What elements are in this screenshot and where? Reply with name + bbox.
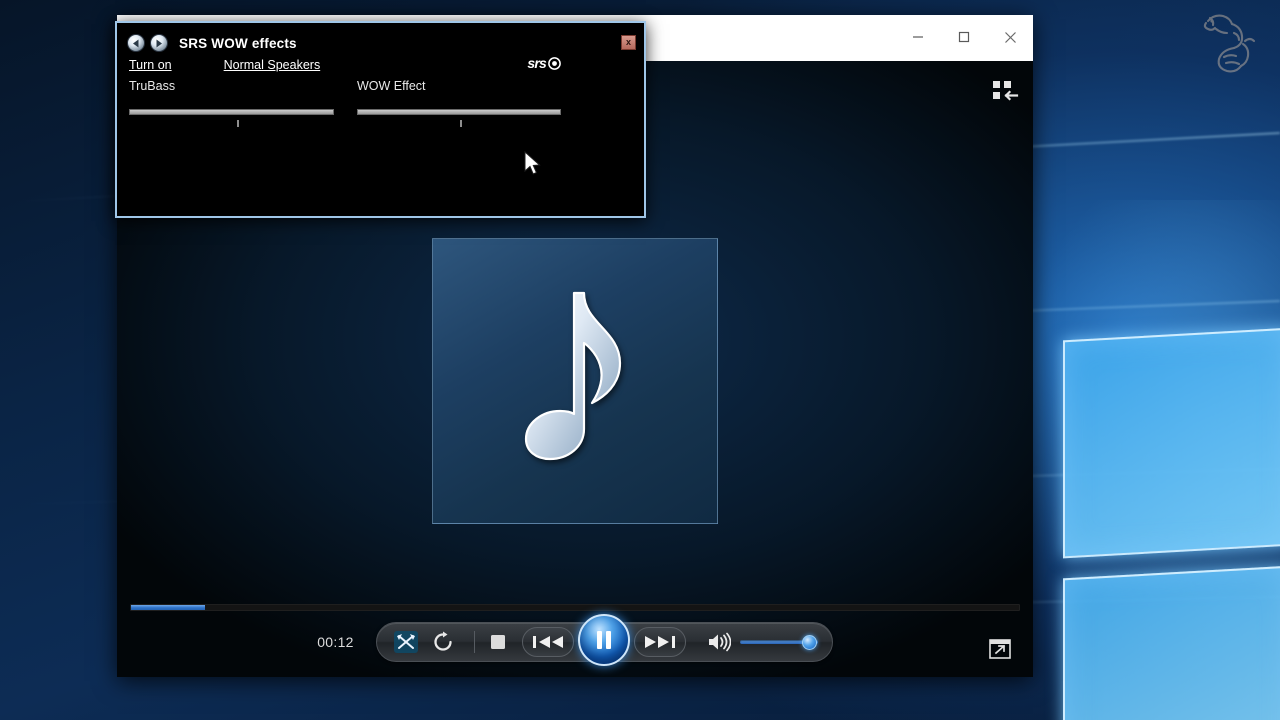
full-screen-icon — [989, 639, 1011, 659]
stop-button[interactable] — [484, 628, 512, 656]
dragon-watermark — [1203, 14, 1256, 73]
volume-high-icon — [708, 632, 731, 652]
switch-to-library-icon — [993, 81, 1019, 101]
wow-effect-label: WOW Effect — [357, 79, 426, 93]
wow-effect-slider-tick — [460, 120, 462, 127]
maximize-icon — [958, 31, 970, 43]
srs-panel-title: SRS WOW effects — [179, 35, 297, 51]
wow-effect-slider[interactable] — [357, 109, 561, 115]
next-track-icon — [644, 636, 675, 648]
previous-track-icon — [532, 636, 563, 648]
music-note-icon — [524, 291, 622, 461]
minimize-button[interactable] — [895, 15, 941, 59]
volume-button[interactable] — [704, 628, 734, 656]
windows-logo-pane — [1063, 327, 1280, 559]
time-elapsed-label: 00:12 — [317, 634, 354, 650]
volume-slider-thumb[interactable] — [801, 635, 817, 650]
srs-brand-text: srs — [527, 55, 546, 71]
next-arrow-icon — [156, 39, 162, 47]
srs-panel-header: SRS WOW effects — [127, 32, 634, 54]
shuffle-button[interactable] — [391, 628, 421, 656]
view-full-screen-button[interactable] — [989, 639, 1011, 659]
srs-close-button[interactable]: x — [621, 35, 636, 50]
srs-forward-button[interactable] — [150, 34, 168, 52]
stop-icon — [490, 635, 505, 649]
playback-progress-bar[interactable] — [130, 604, 1020, 611]
play-pause-button[interactable] — [578, 614, 631, 666]
previous-track-button[interactable] — [521, 627, 574, 657]
controls-divider — [473, 631, 475, 653]
srs-normal-speakers-link[interactable]: Normal Speakers — [224, 58, 321, 72]
playback-progress-fill — [131, 605, 205, 610]
maximize-button[interactable] — [941, 15, 987, 59]
trubass-slider[interactable] — [129, 109, 334, 115]
switch-to-library-button[interactable] — [991, 79, 1019, 105]
windows-logo-pane — [1063, 565, 1280, 720]
album-art — [432, 238, 718, 524]
srs-wow-effects-panel: SRS WOW effects x Turn on Normal Speaker… — [115, 21, 646, 218]
srs-back-button[interactable] — [127, 34, 145, 52]
srs-eye-icon — [548, 56, 561, 70]
pause-icon — [597, 631, 612, 649]
srs-brand-logo: srs — [527, 55, 561, 71]
close-button[interactable] — [987, 15, 1033, 59]
playback-controls-row: 00:12 — [117, 614, 1033, 669]
close-icon — [1004, 31, 1016, 43]
trubass-slider-tick — [237, 120, 239, 127]
repeat-button[interactable] — [429, 628, 457, 656]
playback-controls-pill — [375, 614, 833, 666]
minimize-icon — [913, 36, 923, 38]
repeat-icon — [434, 631, 452, 651]
previous-arrow-icon — [133, 39, 139, 47]
shuffle-icon — [393, 631, 418, 653]
srs-turn-on-link[interactable]: Turn on — [129, 58, 172, 72]
next-track-button[interactable] — [633, 627, 686, 657]
volume-slider[interactable] — [739, 631, 818, 653]
trubass-label: TruBass — [129, 79, 176, 93]
